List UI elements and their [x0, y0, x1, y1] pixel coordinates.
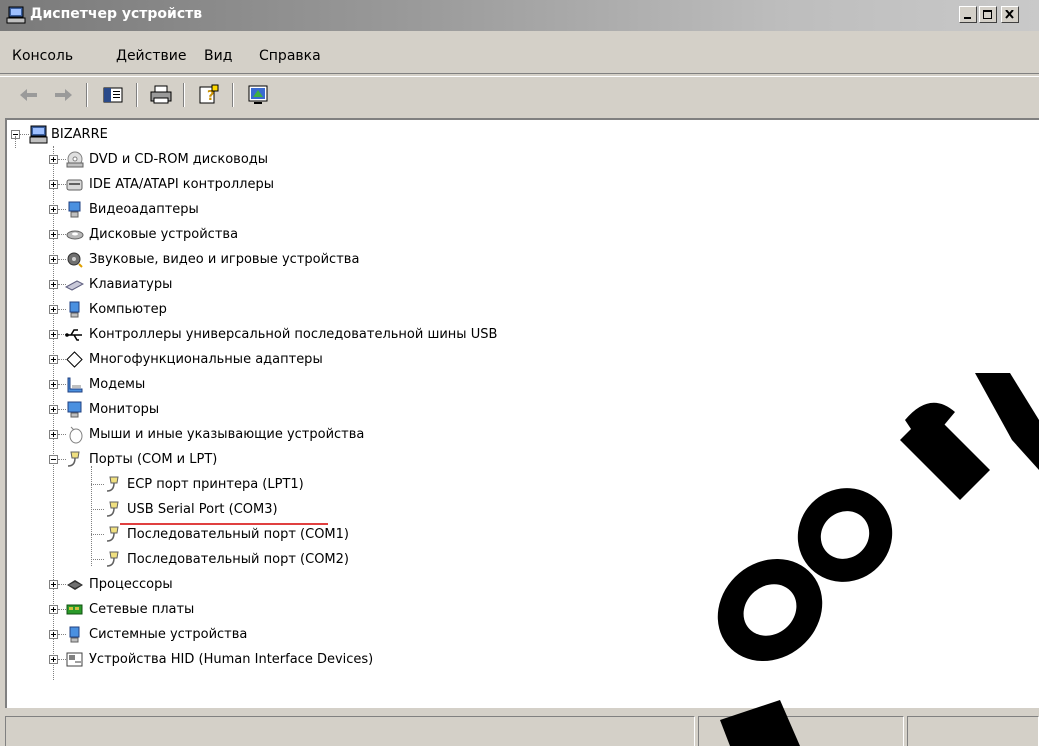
cdrom-icon	[66, 151, 84, 168]
expand-icon[interactable]	[49, 280, 58, 289]
forward-arrow-icon[interactable]	[50, 83, 76, 107]
expand-icon[interactable]	[49, 230, 58, 239]
minimize-button[interactable]	[959, 6, 977, 23]
tree-category[interactable]: Видеоадаптеры	[7, 199, 907, 223]
tree-device[interactable]: Последовательный порт (COM1)	[7, 524, 907, 548]
tree-category[interactable]: Сетевые платы	[7, 599, 907, 623]
device-tree[interactable]: BIZARRE DVD и CD-ROM дисководы IDE ATA/A…	[5, 118, 1039, 708]
tree-root[interactable]: BIZARRE	[7, 124, 307, 148]
expand-icon[interactable]	[49, 580, 58, 589]
disk-drive-icon	[66, 230, 84, 240]
expand-icon[interactable]	[49, 380, 58, 389]
title-bar: Диспетчер устройств	[0, 0, 1039, 31]
tree-root-label: BIZARRE	[51, 127, 108, 142]
menu-help[interactable]: Справка	[259, 48, 321, 64]
expand-icon[interactable]	[49, 405, 58, 414]
multifunction-icon	[66, 351, 83, 368]
processor-icon	[67, 580, 83, 590]
collapse-icon[interactable]	[49, 455, 58, 464]
status-panel-main	[5, 716, 695, 746]
tree-category[interactable]: Системные устройства	[7, 624, 907, 648]
system-devices-icon	[69, 626, 80, 643]
minimize-icon	[964, 17, 971, 19]
monitor-icon	[67, 401, 82, 418]
port-icon	[67, 451, 80, 467]
mouse-icon	[69, 426, 83, 444]
network-card-icon	[66, 604, 83, 615]
device-manager-icon	[6, 6, 26, 24]
tree-category[interactable]: IDE ATA/ATAPI контроллеры	[7, 174, 907, 198]
scan-hardware-icon[interactable]	[245, 83, 271, 107]
port-icon	[106, 501, 119, 517]
tree-line	[20, 134, 29, 136]
tree-category[interactable]: Мониторы	[7, 399, 907, 423]
tree-category[interactable]: Модемы	[7, 374, 907, 398]
tree-category[interactable]: DVD и CD-ROM дисководы	[7, 149, 907, 173]
status-bar	[0, 712, 1039, 746]
expand-icon[interactable]	[49, 180, 58, 189]
tree-category[interactable]: Компьютер	[7, 299, 907, 323]
expand-icon[interactable]	[49, 605, 58, 614]
modem-icon	[67, 377, 83, 393]
maximize-button[interactable]	[979, 6, 997, 23]
toolbar-separator	[86, 83, 88, 107]
hid-icon	[66, 652, 83, 667]
toolbar-separator	[232, 83, 234, 107]
port-icon	[106, 551, 119, 567]
tree-category[interactable]: Контроллеры универсальной последовательн…	[7, 324, 907, 348]
expand-icon[interactable]	[49, 655, 58, 664]
expand-icon[interactable]	[49, 255, 58, 264]
tree-category[interactable]: Мыши и иные указывающие устройства	[7, 424, 907, 448]
tree-device-highlighted[interactable]: USB Serial Port (COM3)	[7, 499, 907, 523]
close-icon	[1005, 10, 1014, 19]
tree-device[interactable]: Последовательный порт (COM2)	[7, 549, 907, 573]
ide-controller-icon	[66, 179, 83, 191]
status-panel	[907, 716, 1039, 746]
tree-line	[15, 136, 17, 148]
computer-icon	[29, 125, 48, 144]
tree-category[interactable]: Звуковые, видео и игровые устройства	[7, 249, 907, 273]
menu-console[interactable]: Консоль	[12, 48, 73, 64]
tree-category[interactable]: Процессоры	[7, 574, 907, 598]
port-icon	[106, 526, 119, 542]
sound-icon	[67, 252, 83, 268]
expand-icon[interactable]	[49, 430, 58, 439]
tree-category[interactable]: Дисковые устройства	[7, 224, 907, 248]
expand-icon[interactable]	[49, 630, 58, 639]
menu-action[interactable]: Действие	[116, 48, 186, 64]
print-icon[interactable]	[148, 83, 174, 107]
expand-icon[interactable]	[49, 330, 58, 339]
port-icon	[106, 476, 119, 492]
expand-icon[interactable]	[49, 205, 58, 214]
tree-category[interactable]: Клавиатуры	[7, 274, 907, 298]
toolbar: ?	[0, 76, 1039, 117]
keyboard-icon	[65, 280, 84, 291]
usb-icon	[65, 329, 82, 341]
tree-category[interactable]: Многофункциональные адаптеры	[7, 349, 907, 373]
tree-device[interactable]: ECP порт принтера (LPT1)	[7, 474, 907, 498]
expand-icon[interactable]	[49, 305, 58, 314]
maximize-icon	[983, 10, 992, 19]
status-panel	[698, 716, 904, 746]
expand-icon[interactable]	[49, 355, 58, 364]
display-adapter-icon	[68, 201, 81, 218]
back-arrow-icon[interactable]	[16, 83, 42, 107]
close-button[interactable]	[1001, 6, 1019, 23]
window-title: Диспетчер устройств	[30, 6, 203, 22]
computer-icon	[69, 301, 80, 318]
expand-icon[interactable]	[49, 155, 58, 164]
menu-bar: Консоль Действие Вид Справка	[0, 37, 1039, 74]
toolbar-separator	[136, 83, 138, 107]
properties-pane-icon[interactable]	[100, 83, 126, 107]
toolbar-separator	[183, 83, 185, 107]
tree-category[interactable]: Устройства HID (Human Interface Devices)	[7, 649, 907, 673]
tree-category-expanded[interactable]: Порты (COM и LPT)	[7, 449, 907, 473]
menu-view[interactable]: Вид	[204, 48, 232, 64]
help-icon[interactable]: ?	[196, 83, 222, 107]
